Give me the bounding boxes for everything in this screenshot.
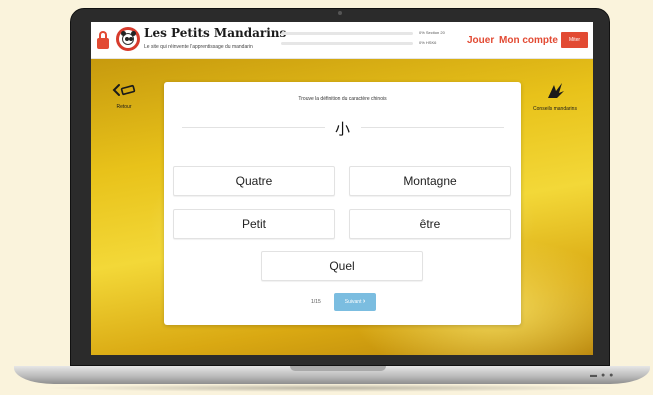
panda-logo-icon[interactable] [116,27,140,51]
lock-icon [97,31,109,51]
game-stage: Retour Conseils mandarins Trouve la défi… [91,59,593,355]
quiz-prompt: Trouve la définition du caractère chinoi… [298,96,387,102]
next-label: Suivant [344,299,362,305]
back-arrow-icon [112,84,136,96]
site-title[interactable]: Les Petits Mandarins [144,26,286,40]
nav-account-link[interactable]: Mon compte [499,35,558,46]
answer-option-1[interactable]: Quatre [173,166,335,196]
quiz-character: 小 [334,120,350,138]
progress-label-hsk: 0% HSK6 [419,40,437,45]
back-label: Retour [116,104,132,110]
question-counter: 1/15 [311,299,321,305]
site-header: Les Petits Mandarins Le site qui réinven… [91,22,593,59]
answer-option-4[interactable]: être [349,209,511,239]
site-tagline: Le site qui réinvente l'apprentissage du… [144,44,253,50]
answer-option-2[interactable]: Montagne [349,166,511,196]
status-leds: ▬ ● ● [590,372,615,379]
answer-option-3[interactable]: Petit [173,209,335,239]
laptop-notch [290,366,386,371]
mandarin-mascot-icon [548,83,564,98]
mascot-label: Conseils mandarins [533,106,577,112]
nav-play-link[interactable]: Jouer [467,35,494,46]
progress-row-section: 0% Section 20 [281,28,456,38]
header-cta-button[interactable]: Miter [561,32,588,48]
progress-label-section: 0% Section 20 [419,30,445,35]
chevron-right-icon: › [362,298,366,305]
back-button[interactable]: Retour [111,83,137,110]
laptop-shadow [40,384,620,392]
next-button[interactable]: Suivant › [334,293,376,311]
mascot-tips-button[interactable]: Conseils mandarins [523,81,587,112]
webcam [338,11,342,15]
quiz-card: Trouve la définition du caractère chinoi… [164,82,521,325]
progress-row-hsk: 0% HSK6 [281,38,456,48]
answer-option-5[interactable]: Quel [261,251,423,281]
laptop-screen: Les Petits Mandarins Le site qui réinven… [91,22,593,355]
